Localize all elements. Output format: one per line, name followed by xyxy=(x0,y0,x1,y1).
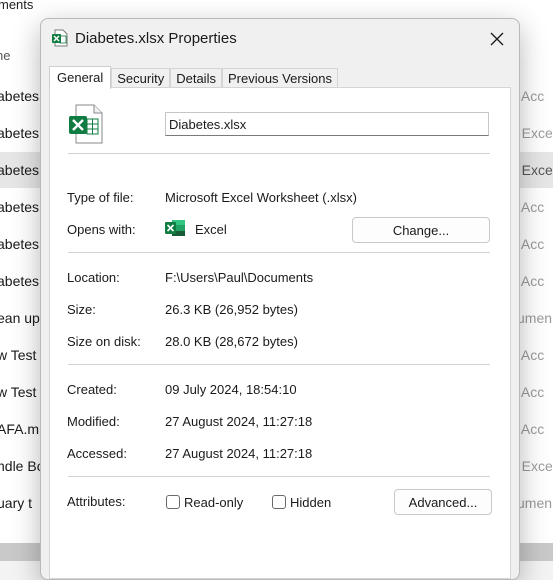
file-name: ean up xyxy=(0,310,40,326)
accessed-value: 27 August 2024, 11:27:18 xyxy=(165,446,313,461)
close-icon xyxy=(490,32,504,46)
hidden-label[interactable]: Hidden xyxy=(290,495,331,510)
file-name: abetes xyxy=(0,88,40,104)
breadcrumb-text: ments xyxy=(0,0,34,12)
separator xyxy=(68,476,490,477)
created-value: 09 July 2024, 18:54:10 xyxy=(165,382,297,397)
file-name: abetes xyxy=(0,162,40,178)
separator xyxy=(68,252,490,253)
modified-label: Modified: xyxy=(67,414,120,429)
separator xyxy=(68,153,490,154)
readonly-checkbox[interactable] xyxy=(166,495,180,509)
tab-security[interactable]: Security xyxy=(111,68,171,89)
excel-app-icon xyxy=(165,220,185,236)
readonly-label[interactable]: Read-only xyxy=(184,495,243,510)
type-of-file-label: Type of file: xyxy=(67,190,134,205)
file-name: w Test xyxy=(0,347,37,363)
tab-details[interactable]: Details xyxy=(170,68,222,89)
location-value: F:\Users\Paul\Documents xyxy=(165,270,314,285)
modified-value: 27 August 2024, 11:27:18 xyxy=(165,414,313,429)
size-label: Size: xyxy=(67,302,96,317)
attributes-label: Attributes: xyxy=(67,494,126,509)
created-label: Created: xyxy=(67,382,117,397)
file-name: ndle Bo xyxy=(0,458,45,474)
tab-general[interactable]: General xyxy=(49,66,112,89)
hidden-checkbox[interactable] xyxy=(272,495,286,509)
file-name: AFA.m xyxy=(0,421,40,437)
excel-file-icon xyxy=(69,104,103,144)
explorer-breadcrumb[interactable]: ments xyxy=(0,0,553,14)
column-header-name[interactable]: ne xyxy=(0,48,10,63)
file-name: abetes xyxy=(0,199,40,215)
excel-file-icon xyxy=(52,29,68,47)
size-value: 26.3 KB (26,952 bytes) xyxy=(165,302,298,317)
file-name: uary t xyxy=(0,495,33,511)
size-on-disk-label: Size on disk: xyxy=(67,334,141,349)
opens-with-label: Opens with: xyxy=(67,222,136,237)
location-label: Location: xyxy=(67,270,120,285)
separator xyxy=(68,364,490,365)
change-button[interactable]: Change... xyxy=(352,217,490,243)
type-of-file-value: Microsoft Excel Worksheet (.xlsx) xyxy=(165,190,357,205)
accessed-label: Accessed: xyxy=(67,446,127,461)
dialog-titlebar[interactable]: Diabetes.xlsx Properties xyxy=(41,19,519,59)
file-name: abetes xyxy=(0,236,40,252)
file-name: abetes xyxy=(0,273,40,289)
filename-input[interactable] xyxy=(165,112,489,136)
opens-with-app: Excel xyxy=(195,222,227,237)
size-on-disk-value: 28.0 KB (28,672 bytes) xyxy=(165,334,298,349)
dialog-title: Diabetes.xlsx Properties xyxy=(75,30,237,47)
file-name: abetes xyxy=(0,125,40,141)
tab-strip: General Security Details Previous Versio… xyxy=(49,66,339,89)
properties-dialog: Diabetes.xlsx Properties General Securit… xyxy=(40,18,520,580)
general-tab-panel: Type of file: Microsoft Excel Worksheet … xyxy=(49,87,511,579)
advanced-button[interactable]: Advanced... xyxy=(394,489,492,515)
close-button[interactable] xyxy=(483,25,511,53)
tab-previous-versions[interactable]: Previous Versions xyxy=(221,68,339,89)
file-name: w Test xyxy=(0,384,37,400)
